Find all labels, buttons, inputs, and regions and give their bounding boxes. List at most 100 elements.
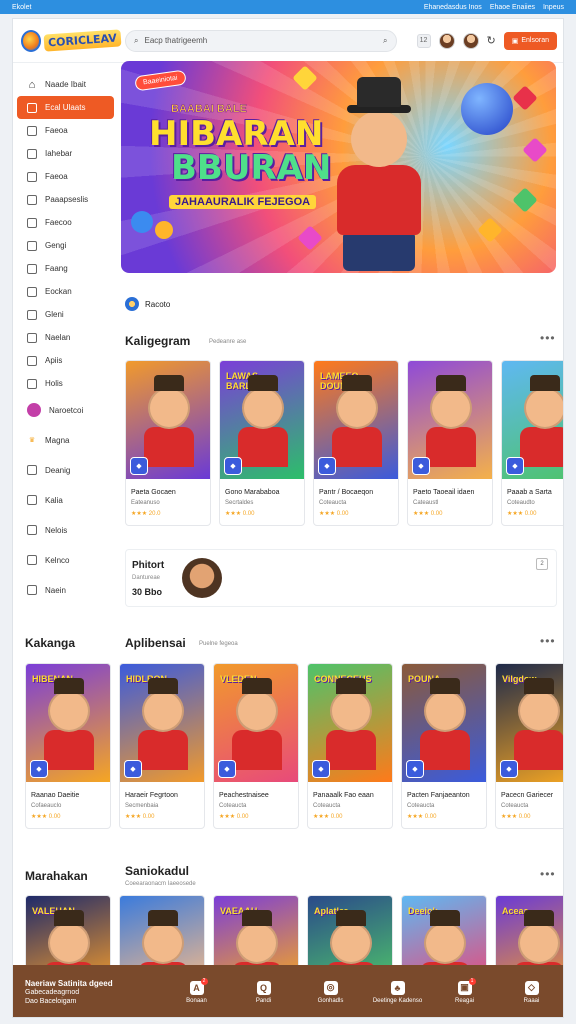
bottom-nav-item[interactable]: ▣ 1 Reagai xyxy=(431,977,498,1004)
sidebar-item[interactable]: Paaapseslis xyxy=(13,188,117,211)
hero-banner[interactable]: Baaeiniotai BAABAI BALE HIBARAN BBURAN J… xyxy=(121,61,556,273)
game-card[interactable]: LAMEEO DOUNES ◆ Pantr / Bocaeqon Coteaucta ★… xyxy=(313,360,399,526)
sidebar-item[interactable]: Deanig xyxy=(13,455,117,485)
character-face-image xyxy=(142,690,184,732)
sidebar-item-label: Ecal Ulaats xyxy=(45,103,86,112)
more-icon[interactable]: ••• xyxy=(540,634,556,648)
character-body-image xyxy=(420,730,470,770)
sidebar-item[interactable]: ♛ Magna xyxy=(13,425,117,455)
character-hat-image xyxy=(148,910,178,926)
character-hat-image xyxy=(524,678,554,694)
game-title: Pacten Fanjaeanton xyxy=(407,792,470,799)
logo[interactable]: CORICLEAV xyxy=(21,29,122,52)
sidebar-item[interactable]: Faeoa xyxy=(13,119,117,142)
box-icon xyxy=(27,217,37,228)
game-thumbnail: ◆ xyxy=(502,361,563,479)
more-icon[interactable]: ••• xyxy=(540,867,556,881)
search-submit-icon[interactable]: ⌕ xyxy=(383,36,387,46)
sidebar-item[interactable]: Faeoa xyxy=(13,165,117,188)
top-link[interactable]: Ehaoe Enaiies xyxy=(490,4,535,11)
character-body-image xyxy=(332,427,382,467)
game-thumbnail: VLEDEN ◆ xyxy=(214,664,298,782)
sidebar-item-label: Naade Ibait xyxy=(45,80,86,89)
nav-icon: Q xyxy=(256,980,271,995)
character-hat-image xyxy=(154,375,184,391)
sidebar-item[interactable]: Naein xyxy=(13,575,117,605)
sidebar-item[interactable]: Ecal Ulaats xyxy=(17,96,114,119)
game-card[interactable]: HIBENAN ◆ Raanao Daeitie Cofaeauclo ★★★ 0.00 xyxy=(25,663,111,829)
bottom-nav-item[interactable]: ◇ Raaai xyxy=(498,980,563,1004)
bottom-nav-item[interactable]: ♣ Deetinge Kadenso xyxy=(364,980,431,1004)
game-card[interactable]: Vilgdow ◆ Pacecn Gariecer Coteaucta ★★★ 0.00 xyxy=(495,663,563,829)
game-category: Coteaucta xyxy=(219,803,247,809)
game-rating: ★★★ 0.00 xyxy=(313,814,343,820)
promo-badge: 2 xyxy=(536,558,548,570)
box-icon xyxy=(27,555,37,565)
sidebar-item[interactable]: Faecoo xyxy=(13,211,117,234)
game-logo-icon: ◆ xyxy=(312,760,330,778)
character-hat-image xyxy=(530,375,560,391)
sidebar-item[interactable]: Eockan xyxy=(13,280,117,303)
avatar[interactable] xyxy=(438,32,455,49)
game-logo-icon: ◆ xyxy=(318,457,336,475)
sidebar-item[interactable]: Naelan xyxy=(13,326,117,349)
sidebar-item[interactable]: Kalia xyxy=(13,485,117,515)
character-hat-image xyxy=(148,678,178,694)
sidebar-item[interactable]: Nelois xyxy=(13,515,117,545)
game-rating: ★★★ 0.00 xyxy=(407,814,437,820)
avatar[interactable] xyxy=(462,32,479,49)
nav-icon: ◇ xyxy=(524,980,539,995)
calendar-icon[interactable]: 12 xyxy=(416,33,431,48)
sidebar-item[interactable]: Kelnco xyxy=(13,545,117,575)
login-button[interactable]: ▣ Enlsoran xyxy=(503,31,557,50)
sidebar-item[interactable]: Holis xyxy=(13,372,117,395)
game-logo-icon: ◆ xyxy=(506,457,524,475)
character-body-image xyxy=(520,427,563,467)
box-icon xyxy=(27,585,37,595)
more-icon[interactable]: ••• xyxy=(540,331,556,345)
recent-pill[interactable]: Racoto xyxy=(125,297,170,311)
section-subtitle: Pedeanre ase xyxy=(209,339,247,345)
game-category: Coteaucta xyxy=(407,803,435,809)
refresh-icon[interactable]: ↻ xyxy=(487,34,496,47)
game-card[interactable]: ◆ Paeta Gocaen Eateanuso ★★★ 20.0 xyxy=(125,360,211,526)
top-link[interactable]: Ehanedasdus Inos xyxy=(424,4,482,11)
promo-card[interactable]: Phitort Dantureae 30 Bbo 2 xyxy=(125,549,557,607)
character-face-image xyxy=(518,690,560,732)
game-card[interactable]: LAWAS BARLAND◆ Gono Marababoa Secrtaldes ★★… xyxy=(219,360,305,526)
logo-text: CORICLEAV xyxy=(43,29,122,52)
mini-character-image xyxy=(155,221,173,239)
search-input[interactable]: ⌕ Eacp thatrigeemh ⌕ xyxy=(125,29,397,52)
box-icon xyxy=(27,171,37,182)
sidebar-item[interactable]: Gengi xyxy=(13,234,117,257)
game-logo-icon: ◆ xyxy=(224,457,242,475)
bottom-nav-item[interactable]: ◎ Gonhadls xyxy=(297,980,364,1004)
character-body-image xyxy=(138,730,188,770)
game-card[interactable]: VLEDEN ◆ Peachestnaisee Coteaucta ★★★ 0.00 xyxy=(213,663,299,829)
character-face-image xyxy=(242,387,284,429)
sidebar-item[interactable]: ⌂ Naade Ibait xyxy=(13,73,117,96)
bottom-nav-item[interactable]: A 2 Bonaan xyxy=(163,977,230,1004)
side-section-title: Marahakan xyxy=(25,869,88,883)
promo-title: Phitort xyxy=(132,560,165,571)
sidebar-item[interactable]: Iahebar xyxy=(13,142,117,165)
game-card[interactable]: ◆ Paaab a Sarta Coteaudto ★★★ 0.00 xyxy=(501,360,563,526)
top-link[interactable]: Inpeus xyxy=(543,4,564,11)
sidebar-item[interactable]: Apiis xyxy=(13,349,117,372)
game-logo-icon: ◆ xyxy=(124,760,142,778)
box-icon xyxy=(27,125,37,136)
sidebar-item-label: Gleni xyxy=(45,310,64,319)
sidebar-item[interactable]: Gleni xyxy=(13,303,117,326)
game-card[interactable]: ◆ Paeto Taoeail idaen Cateaustl ★★★ 0.00 xyxy=(407,360,493,526)
game-card[interactable]: POUNA ◆ Pacten Fanjaeanton Coteaucta ★★★ 0.0… xyxy=(401,663,487,829)
sidebar-item[interactable]: Faang xyxy=(13,257,117,280)
game-card[interactable]: HIDLRON ◆ Haraeir Fegrtoon Secmenbaia ★★★ 0.… xyxy=(119,663,205,829)
game-card[interactable]: CONNECEUS◆ Panaaalk Fao eaan Coteaucta ★★★ … xyxy=(307,663,393,829)
character-face-image xyxy=(336,387,378,429)
game-category: Coteaucta xyxy=(319,500,347,506)
bottom-nav-item[interactable]: Q Pandi xyxy=(230,980,297,1004)
character-body-image xyxy=(514,730,563,770)
character-hat-image xyxy=(336,678,366,694)
sidebar-item[interactable]: Naroetcoi xyxy=(13,395,117,425)
header: CORICLEAV ⌕ Eacp thatrigeemh ⌕ 12 ↻ ▣ En… xyxy=(13,19,563,63)
